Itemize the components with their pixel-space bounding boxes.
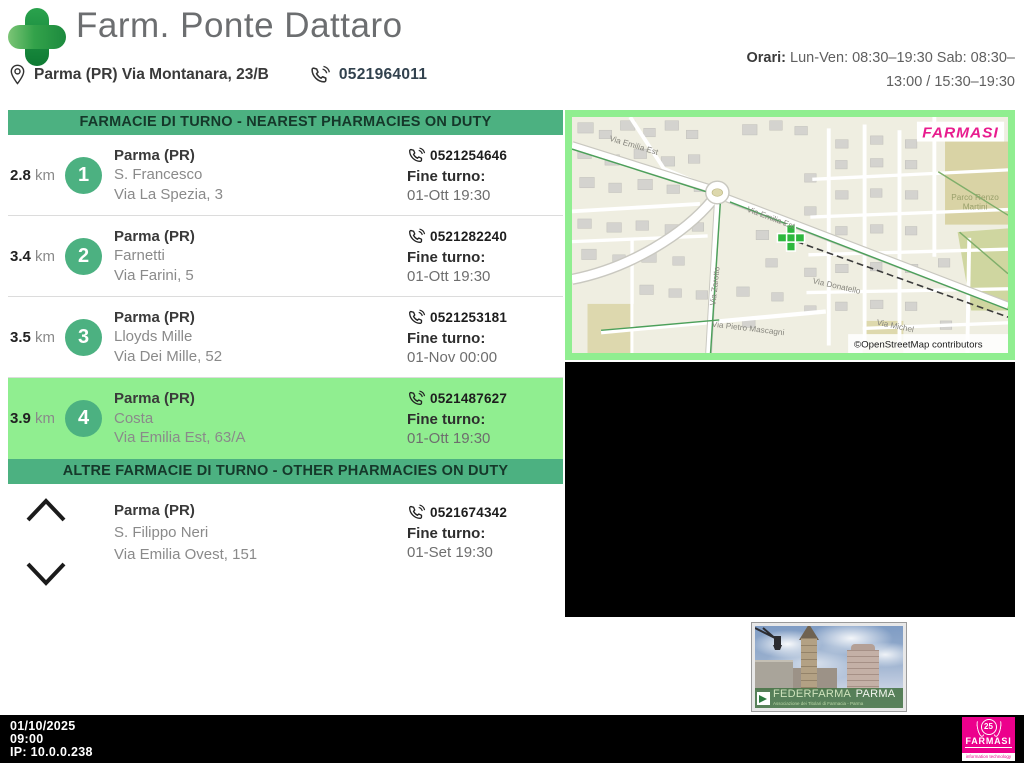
pharmacy-name: Costa (114, 409, 154, 427)
scroll-down-button[interactable] (24, 561, 68, 587)
pharmacy-duty-display: Farm. Ponte Dattaro Parma (PR) Via Monta… (0, 0, 1024, 768)
pharmacy-row[interactable]: 2.8 km 1 Parma (PR) S. Francesco Via La … (8, 135, 563, 216)
map-park-label: Parco Renzo (951, 193, 999, 202)
parma-cathedral-photo: FEDERFARMA PARMA Associazione dei Titola… (755, 626, 903, 708)
nearest-section-header: FARMACIE DI TURNO - NEAREST PHARMACIES O… (8, 110, 563, 135)
pharmacy-row[interactable]: 3.5 km 3 Parma (PR) Lloyds Mille Via Dei… (8, 297, 563, 378)
hours-line1: Lun-Ven: 08:30–19:30 Sab: 08:30– (786, 50, 1015, 66)
pharmacy-phone: 0521964011 (338, 65, 428, 83)
pharmacy-street: Via Dei Mille, 52 (114, 347, 223, 365)
pharmacy-street: Via Farini, 5 (114, 266, 194, 284)
phone-icon (311, 65, 330, 83)
farmasi-tagline: information technology (962, 753, 1015, 761)
fine-turno-label: Fine turno: (407, 525, 486, 542)
status-time: 09:00 (10, 732, 44, 746)
fine-turno-label: Fine turno: (407, 411, 486, 428)
farmasi-watermark: FARMASI (916, 121, 1005, 142)
map-park-label: Martini (963, 203, 988, 212)
pharmacy-phone: 0521254646 (430, 147, 508, 163)
pharmacy-name: S. Francesco (114, 166, 203, 184)
map[interactable]: Via Emilia Est Via Emilia Est Via Zarott… (565, 110, 1015, 360)
video-placeholder (565, 362, 1015, 617)
distance: 3.5 km (10, 328, 56, 346)
pharmacy-city: Parma (PR) (114, 390, 195, 408)
svg-text:FARMASI: FARMASI (922, 124, 999, 141)
farmasi-logo: 25 FARMASI information technology (962, 717, 1015, 761)
rank-badge: 2 (65, 237, 102, 275)
rank-badge: 3 (65, 318, 102, 356)
fine-turno-value: 01-Set 19:30 (407, 544, 493, 561)
duty-pharmacies-panel: FARMACIE DI TURNO - NEAREST PHARMACIES O… (8, 110, 563, 604)
other-pharmacy-row[interactable]: Parma (PR) S. Filippo Neri Via Emilia Ov… (8, 484, 563, 604)
rank-badge: 1 (65, 156, 102, 194)
fine-turno-label: Fine turno: (407, 167, 486, 185)
federfarma-logo-icon (757, 691, 770, 705)
other-section-header: ALTRE FARMACIE DI TURNO - OTHER PHARMACI… (8, 459, 563, 484)
fine-turno-value: 01-Ott 19:30 (407, 430, 491, 447)
hours-label: Orari: (746, 50, 787, 66)
pharmacy-name: S. Filippo Neri (114, 524, 209, 541)
pharmacy-street: Via Emilia Est, 63/A (114, 429, 246, 447)
pharmacy-cross-logo (8, 8, 66, 66)
hours-line2: 13:00 / 15:30–19:30 (885, 74, 1015, 90)
pharmacy-city: Parma (PR) (114, 502, 195, 519)
svg-text:©OpenStreetMap contributors: ©OpenStreetMap contributors (854, 339, 983, 350)
pharmacy-phone: 0521253181 (430, 309, 508, 325)
pharmacy-city: Parma (PR) (114, 146, 195, 164)
pharmacy-city: Parma (PR) (114, 227, 195, 245)
pharmacy-street: Via La Spezia, 3 (114, 185, 223, 203)
pharmacy-name: Lloyds Mille (114, 328, 193, 346)
pharmacy-row[interactable]: 3.4 km 2 Parma (PR) Farnetti Via Farini,… (8, 216, 563, 297)
map-canvas: Via Emilia Est Via Emilia Est Via Zarott… (572, 117, 1008, 353)
opening-hours: Orari: Lun-Ven: 08:30–19:30 Sab: 08:30– … (595, 46, 1015, 94)
fine-turno-value: 01-Nov 00:00 (407, 348, 498, 366)
fine-turno-value: 01-Ott 19:30 (407, 186, 491, 204)
status-bar: 01/10/2025 09:00 IP: 10.0.0.238 25 FARMA… (0, 715, 1024, 763)
osm-attribution: ©OpenStreetMap contributors (848, 334, 1008, 353)
federfarma-subtitle: Associazione dei Titolari di Farmacia - … (773, 701, 864, 706)
fine-turno-label: Fine turno: (407, 248, 486, 266)
phone-icon (409, 146, 426, 162)
pharmacy-address: Parma (PR) Via Montanara, 23/B (34, 65, 269, 83)
chevron-down-icon (26, 562, 66, 586)
pharmacy-row-selected[interactable]: 3.9 km 4 Parma (PR) Costa Via Emilia Est… (8, 378, 563, 459)
distance: 3.9 km (10, 410, 56, 427)
federfarma-banner[interactable]: FEDERFARMA PARMA Associazione dei Titola… (751, 622, 907, 712)
anniversary-badge: 25 (980, 719, 997, 735)
location-pin-icon (10, 64, 25, 85)
rank-badge: 4 (65, 400, 102, 437)
fine-turno-value: 01-Ott 19:30 (407, 267, 491, 285)
fine-turno-label: Fine turno: (407, 329, 486, 347)
cathedral-tower (801, 638, 817, 690)
scroll-up-button[interactable] (24, 497, 68, 523)
phone-icon (409, 227, 426, 243)
pharmacy-phone: 0521282240 (430, 228, 508, 244)
page-title: Farm. Ponte Dattaro (76, 6, 403, 45)
phone-icon (409, 308, 426, 324)
pharmacy-phone: 0521487627 (430, 391, 508, 406)
status-date: 01/10/2025 (10, 719, 76, 733)
phone-icon (409, 504, 426, 520)
phone-icon (409, 390, 426, 406)
pharmacy-city: Parma (PR) (114, 308, 195, 326)
distance: 2.8 km (10, 166, 56, 184)
pharmacy-phone: 0521674342 (430, 505, 508, 520)
pharmacy-name: Farnetti (114, 247, 165, 265)
status-ip: IP: 10.0.0.238 (10, 745, 93, 759)
street-lamp-silhouette (755, 627, 782, 650)
distance: 3.4 km (10, 247, 56, 265)
pharmacy-street: Via Emilia Ovest, 151 (114, 546, 258, 563)
chevron-up-icon (26, 498, 66, 522)
